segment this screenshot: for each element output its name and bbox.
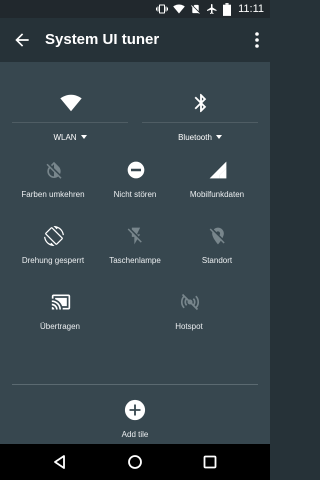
back-triangle-icon[interactable] [51,453,69,471]
tile-location[interactable]: Standort [172,226,262,270]
tile-label: Nicht stören [113,190,157,199]
tile-label: Taschenlampe [109,256,161,265]
dropdown-caret-icon [80,135,87,139]
invert-colors-off-icon [46,161,62,179]
tile-label: Mobilfunkdaten [189,190,245,199]
no-sim-icon [191,4,200,14]
tile-wlan-label[interactable]: WLAN [12,133,128,142]
tile-label: Hotspot [175,322,203,331]
dropdown-caret-icon [215,135,222,139]
home-circle-icon[interactable] [126,453,144,471]
clock: 11:11 [238,3,264,15]
wifi-icon [60,94,82,112]
app-bar: System UI tuner [0,18,270,62]
wifi-icon [173,4,185,14]
tile-do-not-disturb[interactable]: Nicht stören [90,160,180,204]
tile-divider [12,122,128,123]
tile-label: Drehung gesperrt [21,256,85,265]
tile-wlan[interactable]: WLAN [12,72,128,152]
do-not-disturb-icon [127,161,145,179]
arrow-back-icon[interactable] [12,30,32,50]
page-title: System UI tuner [45,31,160,48]
status-icons: 11:11 [156,2,264,16]
vibrate-icon [156,4,169,14]
navigation-bar [0,444,270,480]
battery-icon [223,2,232,16]
tile-flashlight[interactable]: Taschenlampe [90,226,180,270]
tile-divider [142,122,258,123]
add-tile-label: Add tile [121,430,149,439]
bluetooth-icon [194,93,207,113]
screen-rotation-icon [44,226,64,246]
cast-icon [51,294,71,310]
tile-hotspot[interactable]: Hotspot [144,292,234,336]
tile-bluetooth-label[interactable]: Bluetooth [142,133,258,142]
add-tile-button[interactable]: Add tile [90,397,180,447]
tile-label: Übertragen [39,322,81,331]
flashlight-off-icon [127,227,142,245]
quick-settings-panel: WLAN Bluetooth Farben umkehren Nicht stö… [0,62,270,444]
tile-rotation-lock[interactable]: Drehung gesperrt [8,226,98,270]
tile-invert-colors[interactable]: Farben umkehren [8,160,98,204]
location-off-icon [209,227,225,245]
tile-label: Farben umkehren [21,190,85,199]
more-vert-icon[interactable] [254,30,260,50]
tile-label: Standort [201,256,233,265]
airplane-icon [207,4,217,14]
recents-square-icon[interactable] [201,453,219,471]
add-circle-icon [124,399,146,421]
tile-bluetooth[interactable]: Bluetooth [142,72,258,152]
tile-cast[interactable]: Übertragen [15,292,105,336]
hotspot-off-icon [180,293,200,311]
tile-mobile-data[interactable]: Mobilfunkdaten [172,160,262,204]
status-bar: 11:11 [0,0,270,18]
panel-divider [12,384,258,385]
cellular-signal-icon [209,161,227,179]
